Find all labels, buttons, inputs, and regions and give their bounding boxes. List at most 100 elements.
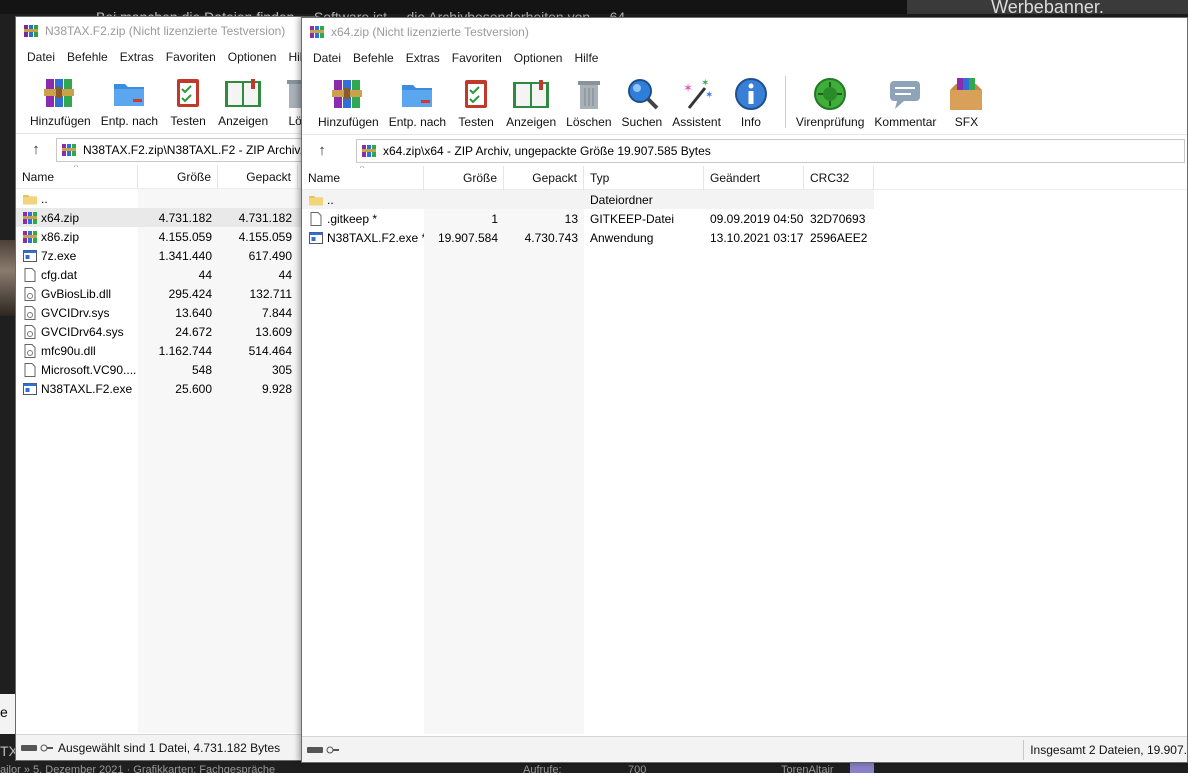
add-button[interactable]: Hinzufügen — [318, 76, 379, 129]
file-row[interactable]: 7z.exe 1.341.440 617.490 — [16, 246, 314, 265]
col-type[interactable]: Typ — [584, 166, 704, 190]
test-button[interactable]: Testen — [168, 75, 208, 128]
test-button[interactable]: Testen — [456, 76, 496, 129]
file-name-cell: Microsoft.VC90.... — [16, 362, 138, 378]
search-button[interactable]: Suchen — [621, 76, 663, 129]
test-checklist-icon — [456, 76, 496, 112]
col-modified[interactable]: Geändert — [704, 166, 804, 190]
file-size: 13.640 — [175, 305, 212, 320]
col-size[interactable]: Größe — [138, 165, 218, 189]
file-size: 295.424 — [168, 286, 212, 301]
file-row[interactable]: N38TAXL.F2.exe 25.600 9.928 — [16, 379, 314, 398]
col-crc32[interactable]: CRC32 — [804, 166, 874, 190]
file-size: 4.731.182 — [158, 210, 212, 225]
delete-button-label: Löschen — [566, 115, 612, 129]
menu-optionen[interactable]: Optionen — [222, 50, 283, 64]
col-packed[interactable]: Gepackt — [504, 166, 584, 190]
file-row[interactable]: .gitkeep * 1 13 GITKEEP-Datei 09.09.2019 04:… — [302, 209, 874, 228]
menu-favoriten[interactable]: Favoriten — [446, 51, 508, 65]
file-name: GVCIDrv64.sys — [41, 324, 124, 339]
col-packed[interactable]: Gepackt — [218, 165, 298, 189]
file-row[interactable]: .. — [16, 189, 314, 208]
file-row[interactable]: cfg.dat 44 44 — [16, 265, 314, 284]
size-column-shade — [424, 190, 584, 734]
file-packed: 514.464 — [248, 343, 292, 358]
file-row[interactable]: mfc90u.dll 1.162.744 514.464 — [16, 341, 314, 360]
view-button[interactable]: Anzeigen — [218, 75, 268, 128]
winrar-window-n38tax[interactable]: N38TAX.F2.zip (Nicht lizenzierte Testver… — [15, 16, 315, 761]
menu-datei[interactable]: Datei — [307, 51, 347, 65]
ad-banner[interactable]: Werbebanner. — [907, 0, 1188, 14]
winrar-window-x64[interactable]: x64.zip (Nicht lizenzierte Testversion) … — [301, 17, 1188, 763]
extract-folder-icon — [397, 76, 437, 112]
file-packed: 13.609 — [255, 324, 292, 339]
menu-befehle[interactable]: Befehle — [347, 51, 400, 65]
file-row[interactable]: GVCIDrv.sys 13.640 7.844 — [16, 303, 314, 322]
page-footer-strip: ailor » 5. Dezember 2021 · Grafikkarten:… — [0, 762, 1188, 773]
toolbar-separator — [784, 76, 786, 128]
status-bar: Insgesamt 2 Dateien, 19.907. — [302, 736, 1187, 762]
address-text: N38TAX.F2.zip\N38TAXL.F2 - ZIP Archiv, — [83, 142, 303, 157]
winrar-app-icon — [24, 25, 38, 37]
menu-optionen[interactable]: Optionen — [508, 51, 569, 65]
sfx-button-label: SFX — [954, 115, 979, 129]
virus-scan-button[interactable]: Virenprüfung — [796, 76, 864, 129]
virus-scan-icon — [810, 76, 850, 112]
folder-icon — [23, 194, 37, 204]
file-size: 44 — [198, 267, 212, 282]
menu-befehle[interactable]: Befehle — [61, 50, 114, 64]
file-row[interactable]: N38TAXL.F2.exe * 19.907.584 4.730.743 Anwen… — [302, 228, 874, 247]
address-field[interactable]: N38TAX.F2.zip\N38TAXL.F2 - ZIP Archiv, — [56, 137, 312, 162]
file-row[interactable]: GvBiosLib.dll 295.424 132.711 — [16, 284, 314, 303]
menu-extras[interactable]: Extras — [114, 50, 160, 64]
add-archive-icon — [328, 76, 368, 112]
file-type: GITKEEP-Datei — [590, 211, 675, 226]
file-row[interactable]: GVCIDrv64.sys 24.672 13.609 — [16, 322, 314, 341]
thread-user[interactable]: TorenAltair — [781, 762, 834, 773]
file-name-cell: 7z.exe — [16, 248, 138, 264]
sys-icon — [24, 324, 36, 339]
file-row[interactable]: .. Dateiordner — [302, 190, 874, 209]
comment-button[interactable]: Kommentar — [874, 76, 936, 129]
file-crc32: 32D70693 — [810, 211, 866, 226]
info-button[interactable]: Info — [731, 76, 771, 129]
file-name-cell: GVCIDrv.sys — [16, 305, 138, 321]
menu-extras[interactable]: Extras — [400, 51, 446, 65]
file-name: .. — [41, 191, 48, 206]
delete-button[interactable]: Löschen — [566, 76, 612, 129]
file-size: 1.162.744 — [158, 343, 212, 358]
title-bar[interactable]: x64.zip (Nicht lizenzierte Testversion) — [302, 18, 1187, 46]
file-name-cell: .gitkeep * — [302, 211, 424, 227]
file-packed: 305 — [271, 362, 292, 377]
file-name-cell: cfg.dat — [16, 267, 138, 283]
address-text: x64.zip\x64 - ZIP Archiv, ungepackte Grö… — [383, 143, 711, 158]
up-arrow-icon[interactable]: ↑ — [16, 141, 56, 158]
file-type: Anwendung — [590, 230, 654, 245]
sfx-button[interactable]: SFX — [946, 76, 986, 129]
up-arrow-icon[interactable]: ↑ — [302, 142, 342, 159]
menu-datei[interactable]: Datei — [21, 50, 61, 64]
file-packed: 13 — [564, 211, 578, 226]
file-name-cell: GvBiosLib.dll — [16, 286, 138, 302]
address-bar: ↑ x64.zip\x64 - ZIP Archiv, ungepackte G… — [302, 134, 1187, 166]
extract-to-button[interactable]: Entp. nach — [101, 75, 158, 128]
file-name: x86.zip — [41, 229, 80, 244]
search-button-label: Suchen — [621, 115, 663, 129]
view-button[interactable]: Anzeigen — [506, 76, 556, 129]
column-header: ^ Name Größe Gepackt — [16, 165, 314, 189]
test-button-label: Testen — [170, 114, 206, 128]
wizard-button[interactable]: ✶ ✶ ✶ Assistent — [672, 76, 721, 129]
file-type: Dateiordner — [590, 192, 653, 207]
menu-favoriten[interactable]: Favoriten — [160, 50, 222, 64]
file-row[interactable]: x86.zip 4.155.059 4.155.059 — [16, 227, 314, 246]
file-name-cell: x64.zip — [16, 210, 138, 226]
menu-hilfe[interactable]: Hilfe — [568, 51, 604, 65]
add-button[interactable]: Hinzufügen — [30, 75, 91, 128]
title-bar[interactable]: N38TAX.F2.zip (Nicht lizenzierte Testver… — [16, 17, 314, 45]
file-row[interactable]: Microsoft.VC90.... 548 305 — [16, 360, 314, 379]
svg-text:✶: ✶ — [705, 90, 713, 101]
extract-to-button[interactable]: Entp. nach — [389, 76, 446, 129]
col-size[interactable]: Größe — [424, 166, 504, 190]
file-row[interactable]: x64.zip 4.731.182 4.731.182 — [16, 208, 314, 227]
address-field[interactable]: x64.zip\x64 - ZIP Archiv, ungepackte Grö… — [356, 138, 1185, 163]
